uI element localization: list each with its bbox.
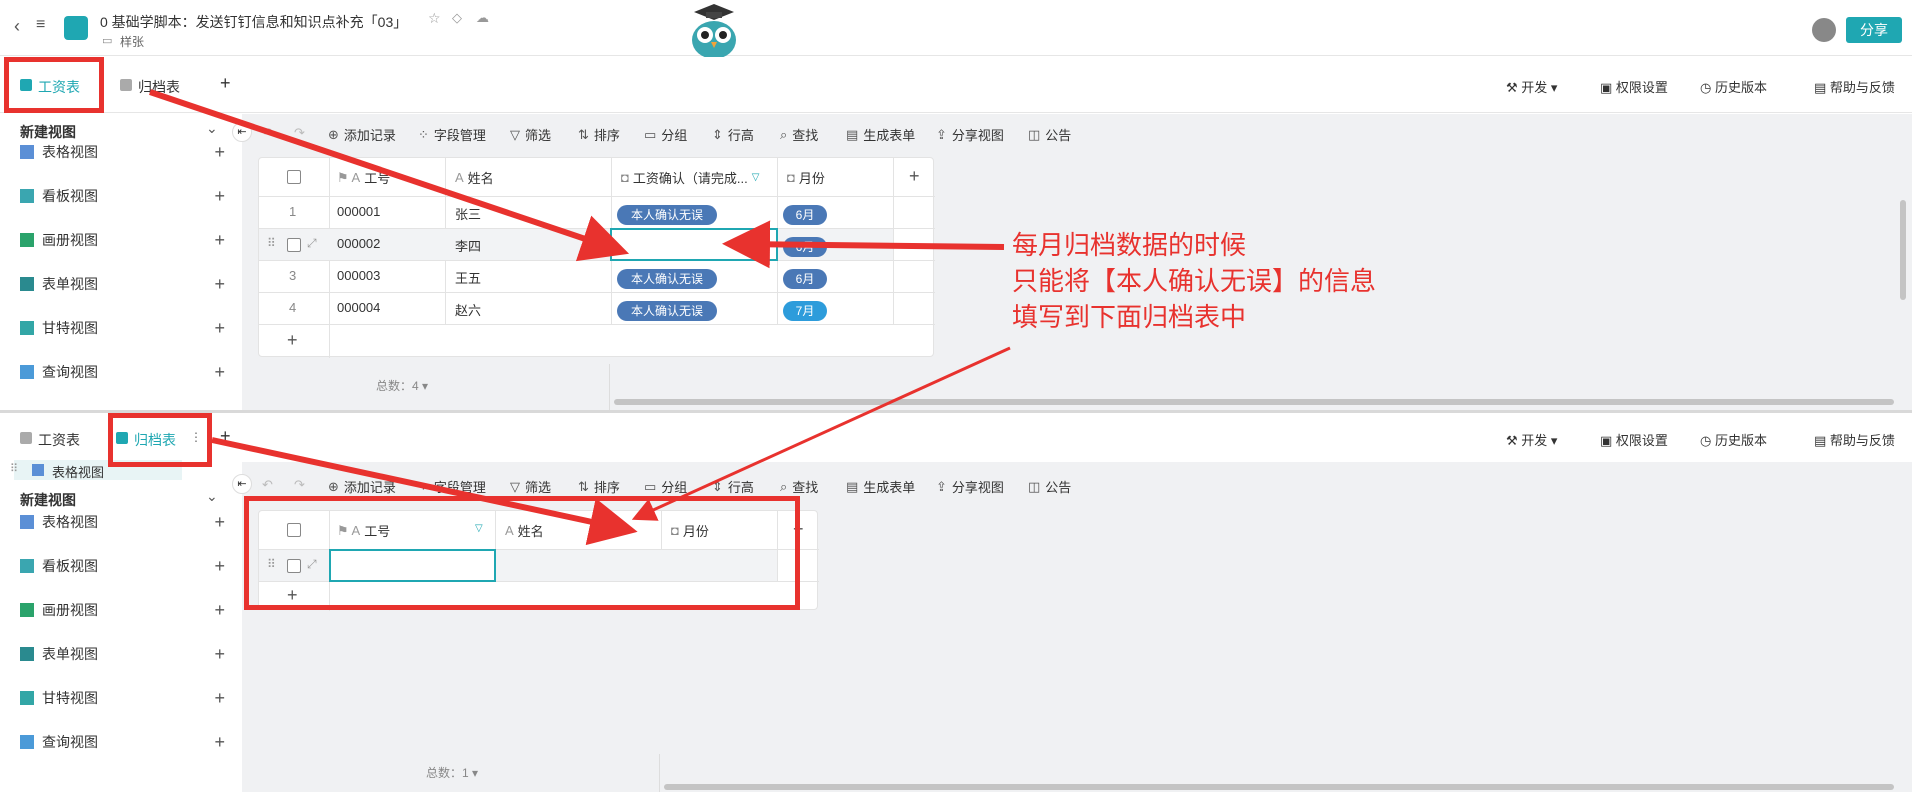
annotation-line-1: 每月归档数据的时候 — [1012, 231, 1247, 261]
arrow-note-to-cell — [722, 220, 1005, 269]
arrow-tab-to-cell — [149, 89, 630, 262]
arrow-tab-to-grid — [211, 437, 638, 546]
annotation-line-2: 只能将【本人确认无误】的信息 — [1012, 267, 1377, 297]
annotation-line-3: 填写到下面归档表中 — [1012, 303, 1247, 333]
annotation-arrows — [149, 89, 1011, 546]
arrow-note-to-grid — [631, 346, 1011, 521]
